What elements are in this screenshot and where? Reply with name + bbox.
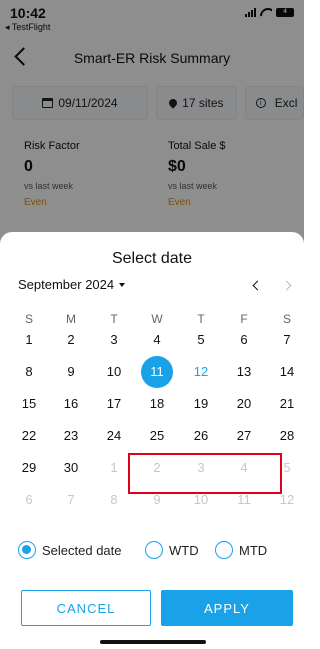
calendar-day[interactable]: 21 xyxy=(271,388,303,420)
calendar-day[interactable]: 4 xyxy=(141,324,173,356)
option-wtd[interactable]: WTD xyxy=(145,541,199,559)
calendar-day[interactable]: 17 xyxy=(98,388,130,420)
date-range-options: Selected date WTD MTD xyxy=(18,537,298,569)
option-mtd[interactable]: MTD xyxy=(215,541,267,559)
calendar-day[interactable]: 23 xyxy=(55,420,87,452)
month-year-label: September 2024 xyxy=(18,277,115,292)
calendar-day[interactable]: 13 xyxy=(228,356,260,388)
calendar-day[interactable]: 3 xyxy=(98,324,130,356)
calendar-day[interactable]: 24 xyxy=(98,420,130,452)
month-year-dropdown[interactable]: September 2024 xyxy=(18,277,126,292)
calendar-day[interactable]: 22 xyxy=(13,420,45,452)
next-month-button[interactable] xyxy=(278,276,298,296)
calendar-day[interactable]: 19 xyxy=(185,388,217,420)
calendar-day[interactable]: 15 xyxy=(13,388,45,420)
option-label: WTD xyxy=(169,542,199,558)
calendar-day[interactable]: 28 xyxy=(271,420,303,452)
calendar-day[interactable]: 5 xyxy=(185,324,217,356)
calendar-day[interactable]: 20 xyxy=(228,388,260,420)
calendar-day[interactable]: 8 xyxy=(13,356,45,388)
calendar-day[interactable]: 16 xyxy=(55,388,87,420)
option-label: Selected date xyxy=(42,542,122,558)
calendar-day[interactable]: 11 xyxy=(141,356,173,388)
calendar-day[interactable]: 14 xyxy=(271,356,303,388)
calendar-day-other-month: 8 xyxy=(110,492,118,507)
calendar-day[interactable]: 9 xyxy=(55,356,87,388)
radio-selected-date[interactable] xyxy=(18,541,36,559)
date-picker-sheet: Select date September 2024 SMTWTFS123456… xyxy=(0,232,304,649)
calendar-day-other-month: 7 xyxy=(67,492,75,507)
caret-down-icon xyxy=(119,282,126,287)
previous-month-button[interactable] xyxy=(247,276,267,296)
apply-button[interactable]: APPLY xyxy=(161,590,293,626)
sheet-title: Select date xyxy=(111,250,193,267)
highlight-annotation-box xyxy=(128,453,282,494)
calendar-day[interactable]: 25 xyxy=(141,420,173,452)
radio-wtd[interactable] xyxy=(145,541,163,559)
calendar-day-other-month: 1 xyxy=(110,460,118,475)
calendar-day[interactable]: 7 xyxy=(271,324,303,356)
calendar-day[interactable]: 1 xyxy=(13,324,45,356)
home-indicator xyxy=(100,640,206,644)
radio-mtd[interactable] xyxy=(215,541,233,559)
cancel-button[interactable]: CANCEL xyxy=(21,590,151,626)
calendar-day[interactable]: 30 xyxy=(55,452,87,484)
option-selected-date[interactable]: Selected date xyxy=(18,541,122,559)
calendar-day[interactable]: 27 xyxy=(228,420,260,452)
calendar-day[interactable]: 26 xyxy=(185,420,217,452)
calendar-day[interactable]: 10 xyxy=(98,356,130,388)
option-label: MTD xyxy=(239,542,268,558)
calendar-day[interactable]: 2 xyxy=(55,324,87,356)
calendar-day-other-month: 6 xyxy=(25,492,33,507)
calendar-day[interactable]: 18 xyxy=(141,388,173,420)
calendar-day[interactable]: 12 xyxy=(185,356,217,388)
calendar-day[interactable]: 6 xyxy=(228,324,260,356)
calendar-day[interactable]: 29 xyxy=(13,452,45,484)
